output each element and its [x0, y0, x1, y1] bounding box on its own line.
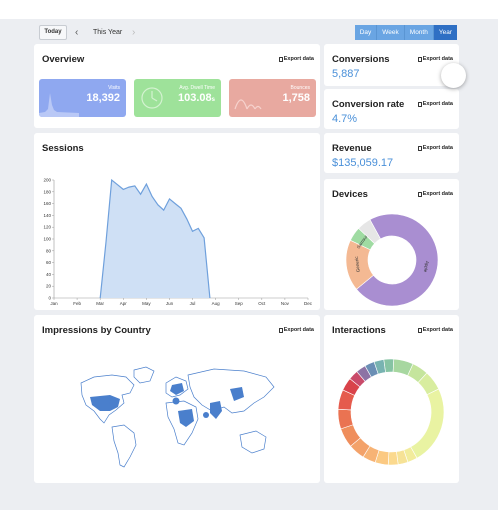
export-icon	[417, 145, 422, 151]
range-month-button[interactable]: Month	[404, 25, 434, 40]
map-marker	[203, 412, 209, 418]
dwell-time-label: Avg. Dwell Time	[179, 85, 215, 91]
revenue-value: $135,059.17	[332, 157, 394, 169]
bounces-value: 1,758	[282, 92, 310, 104]
x-tick-label: Feb	[73, 301, 81, 306]
bounces-tile[interactable]: Bounces 1,758	[229, 79, 316, 117]
y-tick-label: 80	[46, 248, 52, 253]
conversion-rate-card: Conversion rate Export data 4.7%	[324, 89, 459, 129]
x-tick-label: Nov	[281, 301, 290, 306]
visits-label: Visits	[108, 85, 120, 91]
interactions-slice	[383, 358, 395, 373]
interactions-slice	[387, 451, 399, 466]
sessions-chart: 0 20 40 60 80 100 120 140 160 180 200 Jan Feb Mar Apr M…	[43, 178, 313, 307]
y-tick-label: 140	[43, 213, 51, 218]
dwell-time-number: 103.08	[178, 92, 212, 104]
toolbar: Today ‹ This Year › Day Week Month Year	[39, 24, 457, 42]
x-tick-label: Jan	[50, 301, 58, 306]
x-tick-label: Apr	[120, 301, 128, 306]
dwell-time-tile[interactable]: Avg. Dwell Time 103.08s	[134, 79, 221, 117]
interactions-donut-chart	[337, 358, 445, 466]
overview-title: Overview	[42, 54, 85, 65]
map-marker	[109, 399, 117, 407]
y-tick-label: 180	[43, 189, 51, 194]
x-tick-label: Jul	[190, 301, 196, 306]
x-tick-label: Jun	[166, 301, 174, 306]
map-highlight-india	[210, 401, 222, 419]
x-tick-label: Aug	[212, 301, 221, 306]
overview-card: Overview Export data Visits 18,392 Avg. …	[34, 44, 320, 128]
revenue-title: Revenue	[332, 143, 372, 154]
export-icon	[417, 101, 422, 107]
export-button[interactable]: Export data	[417, 56, 453, 62]
y-tick-label: 200	[43, 178, 51, 183]
bounces-label: Bounces	[290, 85, 310, 91]
conversions-card: Conversions Export data 5,887	[324, 44, 459, 86]
export-label: Export data	[422, 101, 453, 107]
y-tick-label: 60	[46, 260, 52, 265]
dwell-time-unit: s	[211, 97, 215, 103]
conversions-title: Conversions	[332, 54, 390, 65]
x-tick-label: Sep	[235, 301, 244, 306]
range-year-button[interactable]: Year	[433, 25, 457, 40]
x-tick-label: May	[142, 301, 151, 306]
devices-donut-chart: AppleGenericSamsung	[345, 213, 439, 307]
export-label: Export data	[422, 145, 453, 151]
export-icon	[278, 56, 283, 62]
y-tick-label: 40	[46, 272, 52, 277]
conversions-value: 5,887	[332, 68, 360, 80]
map-australia	[239, 430, 267, 454]
chevron-right-icon[interactable]: ›	[132, 24, 135, 42]
chevron-left-icon[interactable]: ‹	[75, 24, 78, 42]
x-tick-label: Oct	[258, 301, 266, 306]
x-tick-label: Dec	[304, 301, 313, 306]
x-tick-label: Mar	[96, 301, 104, 306]
map-greenland	[133, 366, 155, 384]
y-tick-label: 160	[43, 201, 51, 206]
export-button[interactable]: Export data	[417, 101, 453, 107]
devices-card: Devices Export data Apple Generic Samsung	[324, 179, 459, 310]
y-tick-label: 100	[43, 237, 51, 242]
sessions-area	[100, 180, 210, 298]
export-label: Export data	[422, 56, 453, 62]
range-selector: Day Week Month Year	[354, 25, 457, 40]
range-day-button[interactable]: Day	[354, 25, 378, 40]
sessions-card: Sessions 0 20 40 60 80 100 120 140 160 180 200 Jan F…	[34, 133, 320, 310]
range-week-button[interactable]: Week	[377, 25, 405, 40]
world-map[interactable]	[34, 315, 320, 483]
y-tick-label: 120	[43, 225, 51, 230]
map-marker	[172, 397, 180, 405]
map-south-america	[111, 424, 137, 468]
conversion-rate-title: Conversion rate	[332, 99, 405, 110]
toggle-knob[interactable]	[441, 63, 466, 88]
revenue-card: Revenue Export data $135,059.17	[324, 133, 459, 173]
today-button[interactable]: Today	[39, 25, 67, 40]
export-button[interactable]: Export data	[278, 56, 314, 62]
visits-value: 18,392	[86, 92, 120, 104]
y-tick-label: 20	[46, 284, 52, 289]
export-button[interactable]: Export data	[417, 145, 453, 151]
dwell-time-value: 103.08s	[178, 92, 215, 104]
export-icon	[417, 56, 422, 62]
conversion-rate-value: 4.7%	[332, 113, 358, 125]
period-label: This Year	[93, 29, 123, 36]
export-label: Export data	[283, 56, 314, 62]
impressions-card: Impressions by Country Export data	[34, 315, 320, 483]
y-tick-label: 0	[48, 296, 51, 301]
interactions-slice	[410, 388, 445, 459]
interactions-card: Interactions Export data	[324, 315, 459, 483]
visits-tile[interactable]: Visits 18,392	[39, 79, 126, 117]
